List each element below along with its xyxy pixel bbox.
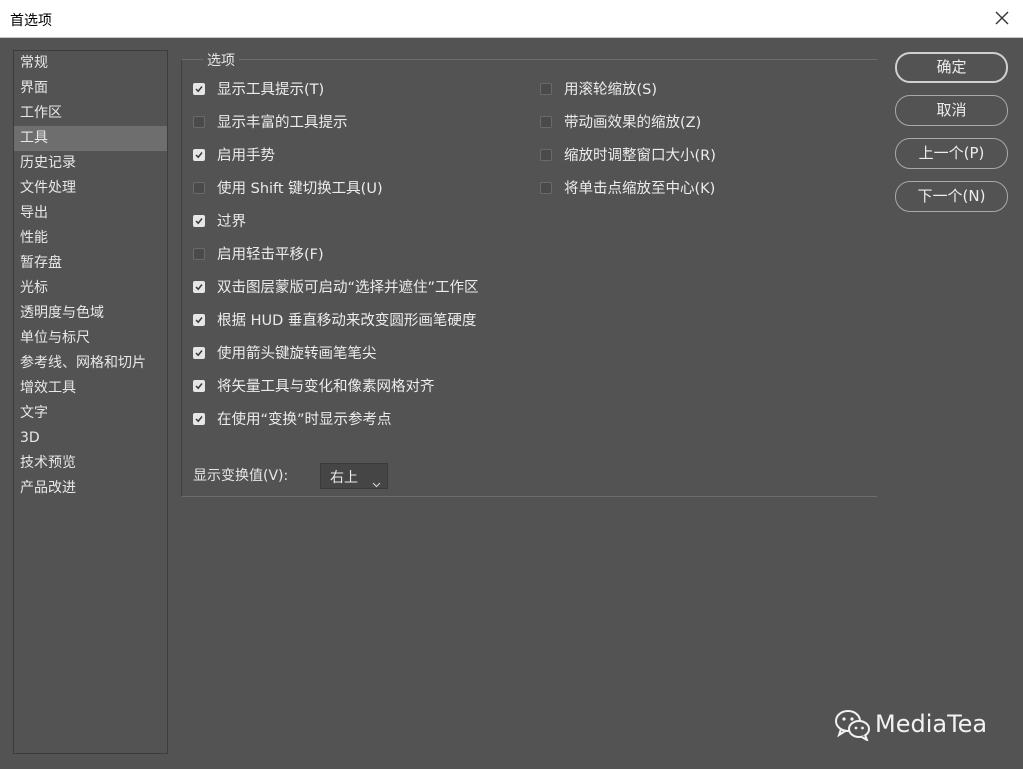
option-label: 过界 [217, 214, 246, 230]
checkbox-checked[interactable] [193, 380, 205, 392]
option-label: 根据 HUD 垂直移动来改变圆形画笔硬度 [217, 313, 477, 329]
option-label: 用滚轮缩放(S) [564, 82, 658, 98]
sidebar-item[interactable]: 增效工具 [14, 376, 167, 401]
close-icon[interactable] [993, 9, 1011, 27]
sidebar-item[interactable]: 文件处理 [14, 176, 167, 201]
option-label: 显示丰富的工具提示 [217, 115, 348, 131]
sidebar-item[interactable]: 历史记录 [14, 151, 167, 176]
option-label: 双击图层蒙版可启动“选择并遮住”工作区 [217, 280, 479, 296]
sidebar-item[interactable]: 工具 [14, 126, 167, 151]
sidebar-item[interactable]: 界面 [14, 76, 167, 101]
sidebar-item[interactable]: 工作区 [14, 101, 167, 126]
sidebar-item[interactable]: 性能 [14, 226, 167, 251]
sidebar-item[interactable]: 导出 [14, 201, 167, 226]
checkbox-unchecked[interactable] [540, 116, 552, 128]
chevron-down-icon [372, 473, 381, 492]
category-list: 常规 界面 工作区 工具 历史记录 文件处理 导出 性能 暂存盘 光标 透明度与色域 单位与标尺 参考线… [14, 51, 167, 501]
sidebar-item[interactable]: 单位与标尺 [14, 326, 167, 351]
sidebar-item[interactable]: 技术预览 [14, 451, 167, 476]
checkbox-unchecked[interactable] [193, 116, 205, 128]
checkbox-unchecked[interactable] [193, 182, 205, 194]
option-label: 显示工具提示(T) [217, 82, 325, 98]
previous-button[interactable]: 上一个(P) [895, 138, 1008, 169]
sidebar-item[interactable]: 文字 [14, 401, 167, 426]
option-label: 在使用“变换”时显示参考点 [217, 412, 392, 428]
sidebar-item[interactable]: 光标 [14, 276, 167, 301]
option-label: 将单击点缩放至中心(K) [564, 181, 716, 197]
checkbox-unchecked[interactable] [193, 248, 205, 260]
cancel-button[interactable]: 取消 [895, 95, 1008, 126]
title-bar: 首选项 [0, 0, 1023, 38]
sidebar-item[interactable]: 产品改进 [14, 476, 167, 501]
checkbox-unchecked[interactable] [540, 83, 552, 95]
sidebar-item[interactable]: 3D [14, 426, 167, 451]
watermark-text: MediaTea [875, 710, 988, 738]
sidebar-item[interactable]: 暂存盘 [14, 251, 167, 276]
option-label: 启用手势 [217, 148, 275, 164]
checkbox-unchecked[interactable] [540, 149, 552, 161]
checkbox-checked[interactable] [193, 149, 205, 161]
transform-values-select[interactable]: 右上 [320, 463, 388, 489]
wechat-icon [835, 709, 871, 745]
window-title: 首选项 [10, 13, 52, 29]
option-label: 使用箭头键旋转画笔笔尖 [217, 346, 377, 362]
options-legend: 选项 [203, 50, 239, 70]
next-button[interactable]: 下一个(N) [895, 181, 1008, 212]
checkbox-checked[interactable] [193, 347, 205, 359]
option-label: 启用轻击平移(F) [217, 247, 324, 263]
sidebar-item[interactable]: 常规 [14, 51, 167, 76]
ok-button[interactable]: 确定 [895, 52, 1008, 83]
category-sidebar: 常规 界面 工作区 工具 历史记录 文件处理 导出 性能 暂存盘 光标 透明度与色域 单位与标尺 参考线… [13, 50, 168, 754]
checkbox-checked[interactable] [193, 281, 205, 293]
checkbox-checked[interactable] [193, 413, 205, 425]
option-label: 带动画效果的缩放(Z) [564, 115, 702, 131]
option-label: 使用 Shift 键切换工具(U) [217, 181, 383, 197]
sidebar-item[interactable]: 透明度与色域 [14, 301, 167, 326]
transform-values-selected: 右上 [330, 470, 358, 486]
option-label: 将矢量工具与变化和像素网格对齐 [217, 379, 435, 395]
checkbox-checked[interactable] [193, 83, 205, 95]
transform-values-label: 显示变换值(V): [193, 468, 289, 484]
sidebar-item[interactable]: 参考线、网格和切片 [14, 351, 167, 376]
checkbox-checked[interactable] [193, 215, 205, 227]
checkbox-unchecked[interactable] [540, 182, 552, 194]
checkbox-checked[interactable] [193, 314, 205, 326]
option-label: 缩放时调整窗口大小(R) [564, 148, 716, 164]
